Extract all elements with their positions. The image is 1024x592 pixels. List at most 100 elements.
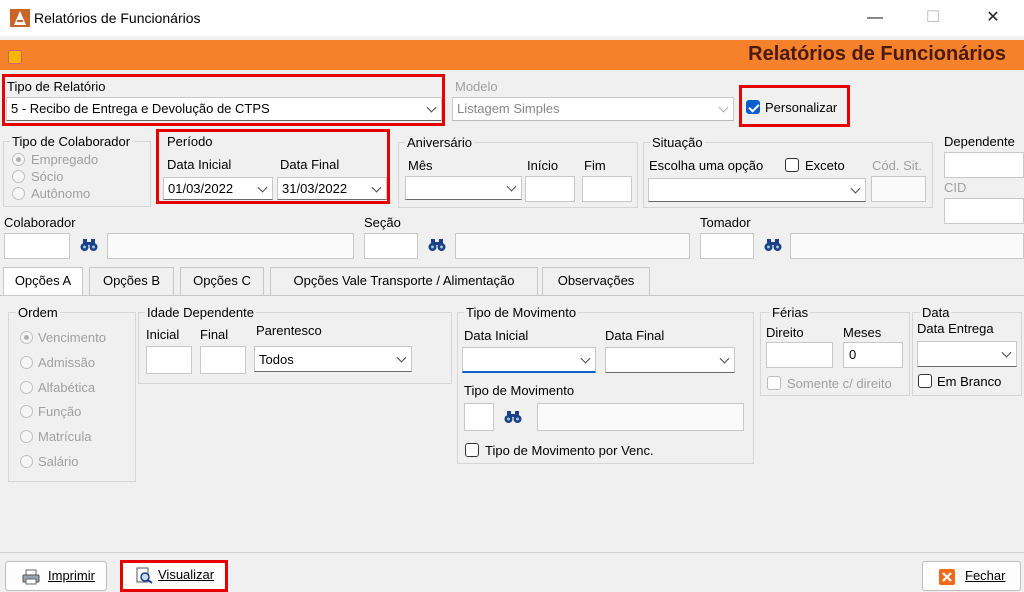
radio-admissao[interactable] <box>20 356 33 369</box>
somente-direito-label: Somente c/ direito <box>787 376 892 391</box>
tipo-relatorio-select[interactable]: 5 - Recibo de Entrega e Devolução de CTP… <box>6 97 442 121</box>
secao-name-input[interactable] <box>455 233 690 259</box>
colaborador-code-input[interactable] <box>4 233 70 259</box>
close-button[interactable]: ✕ <box>970 4 1016 32</box>
tomador-label: Tomador <box>700 215 751 230</box>
chevron-down-icon <box>396 352 407 363</box>
tipo-movimento-code-input[interactable] <box>464 403 494 431</box>
inicio-input[interactable] <box>525 176 575 202</box>
colaborador-name-input[interactable] <box>107 233 354 259</box>
mov-data-final-label: Data Final <box>605 328 665 343</box>
tab-opcoes-b[interactable]: Opções B <box>89 267 174 295</box>
cid-label: CID <box>944 180 967 195</box>
em-branco-checkbox[interactable] <box>918 374 932 388</box>
chevron-down-icon <box>850 183 861 194</box>
idade-inicial-input[interactable] <box>146 346 192 374</box>
radio-matricula[interactable] <box>20 430 33 443</box>
chevron-down-icon <box>1001 347 1012 358</box>
por-venc-label: Tipo de Movimento por Venc. <box>485 443 654 458</box>
data-entrega-picker[interactable] <box>917 341 1017 367</box>
dependente-input[interactable] <box>944 152 1024 178</box>
window-title: Relatórios de Funcionários <box>34 10 201 26</box>
ferias-label: Férias <box>770 305 811 320</box>
printer-icon <box>22 569 40 585</box>
binoculars-icon[interactable] <box>764 238 782 252</box>
periodo-data-final-picker[interactable]: 31/03/2022 <box>277 177 387 200</box>
maximize-button[interactable]: ☐ <box>910 4 956 32</box>
radio-socio[interactable] <box>12 170 25 183</box>
chevron-down-icon <box>506 181 517 192</box>
radio-autonomo[interactable] <box>12 187 25 200</box>
periodo-data-inicial-picker[interactable]: 01/03/2022 <box>163 177 273 200</box>
binoculars-icon[interactable] <box>80 238 98 252</box>
tipo-movimento-label: Tipo de Movimento <box>464 305 579 320</box>
personalizar-label: Personalizar <box>765 100 838 115</box>
mes-select[interactable] <box>405 176 522 200</box>
cid-input[interactable] <box>944 198 1024 224</box>
parentesco-select[interactable]: Todos <box>254 346 412 372</box>
radio-vencimento[interactable] <box>20 331 33 344</box>
binoculars-icon[interactable] <box>428 238 446 252</box>
radio-salario[interactable] <box>20 455 33 468</box>
radio-alfabetica[interactable] <box>20 381 33 394</box>
idade-final-input[interactable] <box>200 346 246 374</box>
mov-data-inicial-picker[interactable] <box>462 347 596 373</box>
fim-label: Fim <box>584 158 606 173</box>
admissao-label: Admissão <box>38 355 96 370</box>
tab-opcoes-c[interactable]: Opções C <box>180 267 264 295</box>
tipo-relatorio-label: Tipo de Relatório <box>7 79 106 94</box>
data-entrega-label: Data Entrega <box>917 321 994 336</box>
tipo-colaborador-label: Tipo de Colaborador <box>10 134 133 149</box>
chevron-down-icon <box>257 182 268 193</box>
fim-input[interactable] <box>582 176 632 202</box>
situacao-label: Situação <box>650 135 705 150</box>
parentesco-value: Todos <box>259 352 294 367</box>
radio-empregado[interactable] <box>12 153 25 166</box>
idade-inicial-label: Inicial <box>146 327 180 342</box>
mov-data-final-picker[interactable] <box>605 347 735 373</box>
tomador-name-input[interactable] <box>790 233 1024 259</box>
situacao-select[interactable] <box>648 178 866 202</box>
tomador-code-input[interactable] <box>700 233 754 259</box>
meses-input[interactable]: 0 <box>843 342 903 368</box>
exceto-checkbox[interactable] <box>785 158 799 172</box>
tab-opcoes-a[interactable]: Opções A <box>3 267 83 296</box>
fechar-button[interactable]: Fechar <box>922 561 1021 591</box>
dependente-label: Dependente <box>944 134 1015 149</box>
close-x-icon <box>939 569 955 585</box>
chevron-down-icon <box>718 102 729 113</box>
data-final-label: Data Final <box>280 157 340 172</box>
minimize-button[interactable]: — <box>852 4 898 32</box>
alfabetica-label: Alfabética <box>38 380 96 395</box>
ordem-label: Ordem <box>16 305 60 320</box>
inicio-label: Início <box>527 158 559 173</box>
tab-vale-transporte[interactable]: Opções Vale Transporte / Alimentação <box>270 267 538 295</box>
vencimento-label: Vencimento <box>38 330 106 345</box>
em-branco-label: Em Branco <box>937 374 1002 389</box>
app-icon <box>10 9 30 27</box>
direito-input[interactable] <box>766 342 833 368</box>
socio-label: Sócio <box>31 169 64 184</box>
footer-divider <box>0 552 1024 553</box>
chevron-down-icon <box>371 182 382 193</box>
tipo-movimento-name-input[interactable] <box>537 403 744 431</box>
secao-code-input[interactable] <box>364 233 418 259</box>
visualizar-button[interactable]: Visualizar <box>123 563 225 589</box>
visualizar-label: Visualizar <box>158 567 215 582</box>
personalizar-checkbox[interactable] <box>746 100 760 114</box>
binoculars-icon[interactable] <box>504 410 522 424</box>
modelo-select[interactable]: Listagem Simples <box>452 97 734 121</box>
cod-sit-input[interactable] <box>871 176 926 202</box>
escolha-opcao-label: Escolha uma opção <box>649 158 764 173</box>
idade-final-label: Final <box>200 327 229 342</box>
imprimir-button[interactable]: Imprimir <box>5 561 107 591</box>
salario-label: Salário <box>38 454 79 469</box>
preview-icon <box>136 567 153 584</box>
aniversario-label: Aniversário <box>405 135 475 150</box>
somente-direito-checkbox[interactable] <box>767 376 781 390</box>
tipo-relatorio-value: 5 - Recibo de Entrega e Devolução de CTP… <box>11 101 270 116</box>
tab-observacoes[interactable]: Observações <box>542 267 650 295</box>
radio-funcao[interactable] <box>20 405 33 418</box>
por-venc-checkbox[interactable] <box>465 443 479 457</box>
cod-sit-label: Cód. Sit. <box>872 158 922 173</box>
